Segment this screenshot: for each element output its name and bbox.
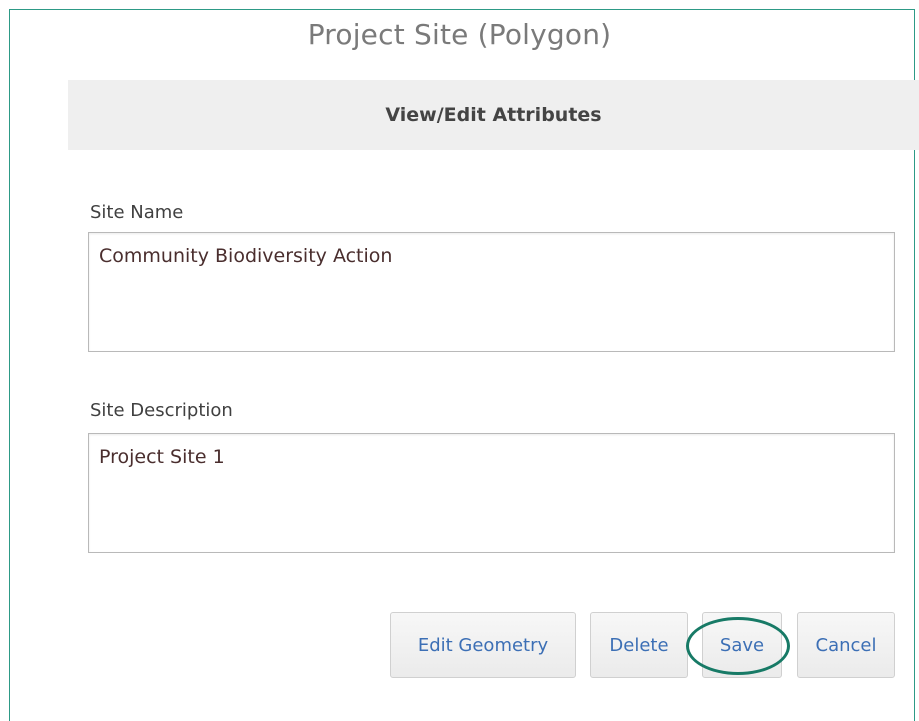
edit-geometry-button[interactable]: Edit Geometry <box>390 612 576 678</box>
site-description-field[interactable]: Project Site 1 <box>88 433 895 553</box>
popup-title: Project Site (Polygon) <box>307 18 612 51</box>
section-header: View/Edit Attributes <box>68 80 919 150</box>
site-name-label: Site Name <box>90 202 184 223</box>
cancel-button[interactable]: Cancel <box>797 612 895 678</box>
site-name-field[interactable]: Community Biodiversity Action <box>88 232 895 352</box>
delete-button[interactable]: Delete <box>590 612 688 678</box>
save-button[interactable]: Save <box>702 612 782 678</box>
site-description-label: Site Description <box>90 400 233 421</box>
